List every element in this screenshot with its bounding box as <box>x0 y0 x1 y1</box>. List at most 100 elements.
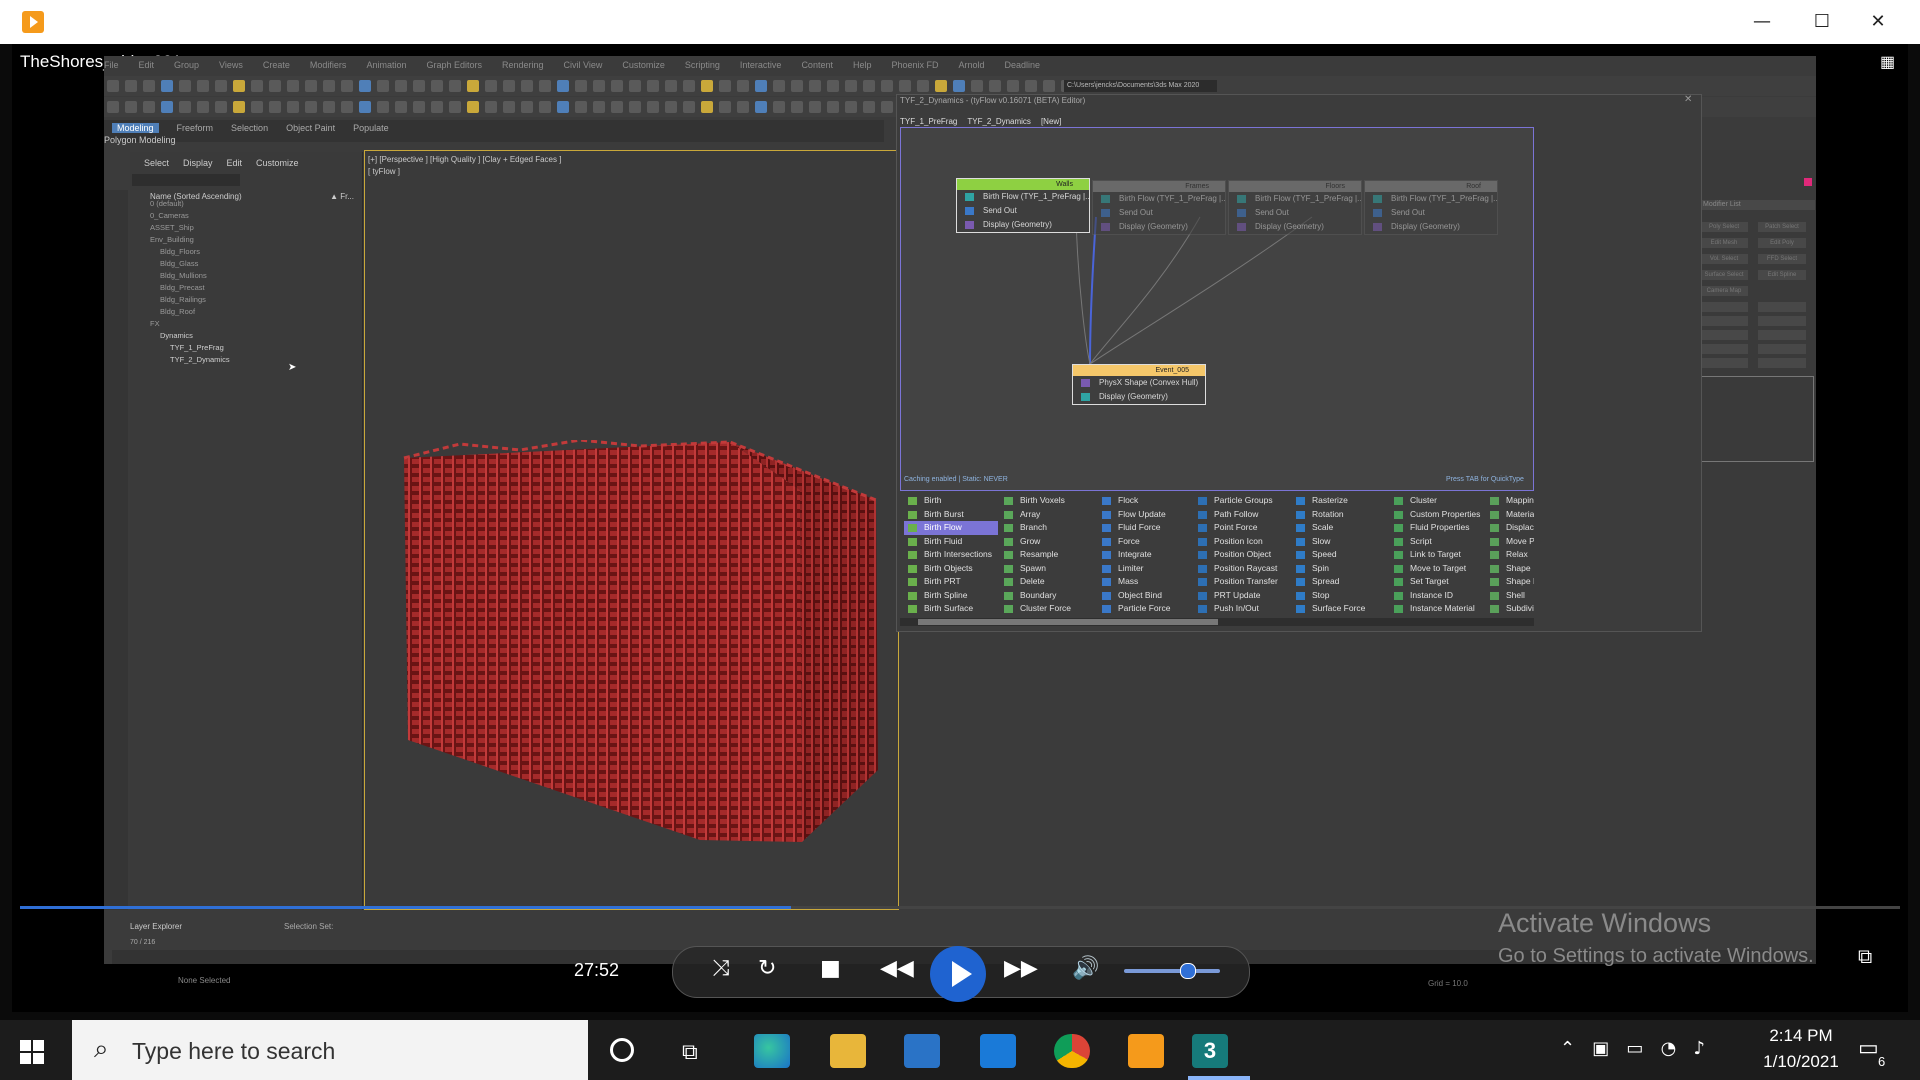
modifier-slot[interactable] <box>1700 302 1748 312</box>
toolbar-tool-icon[interactable] <box>467 80 479 92</box>
tyflow-node-header[interactable]: Frames <box>1093 181 1225 192</box>
mail-icon[interactable] <box>980 1034 1016 1068</box>
tyflow-depot-item[interactable]: Subdivid <box>1486 602 1534 616</box>
modifier-slot[interactable] <box>1700 344 1748 354</box>
toolbar-tool-icon[interactable] <box>359 101 371 113</box>
toolbar-tool-icon[interactable] <box>863 101 875 113</box>
tyflow-node[interactable]: Frames Birth Flow (TYF_1_PreFrag |... Send… <box>1092 180 1226 235</box>
tyflow-node-header[interactable]: Walls <box>957 179 1089 190</box>
modifier-slot[interactable] <box>1758 316 1806 326</box>
ribbon-tab[interactable]: Selection <box>231 123 268 133</box>
tyflow-depot-item[interactable]: Surface Force <box>1292 602 1386 616</box>
tyflow-depot-item[interactable]: Cluster Force <box>1000 602 1094 616</box>
tyflow-depot-item[interactable]: Position Raycast <box>1194 562 1288 576</box>
toolbar-tool-icon[interactable] <box>917 80 929 92</box>
toolbar-tool-icon[interactable] <box>323 80 335 92</box>
menu-item[interactable]: Edit <box>139 60 155 70</box>
toolbar-tool-icon[interactable] <box>485 80 497 92</box>
toolbar-tool-icon[interactable] <box>935 80 947 92</box>
toolbar-tool-icon[interactable] <box>575 80 587 92</box>
toolbar-tool-icon[interactable] <box>863 80 875 92</box>
tyflow-depot-item[interactable]: Branch <box>1000 521 1094 535</box>
tyflow-depot-item[interactable]: PRT Update <box>1194 589 1288 603</box>
tyflow-depot-item[interactable]: Birth Voxels <box>1000 494 1094 508</box>
tyflow-operator[interactable]: Display (Geometry) <box>1229 220 1361 234</box>
tree-row[interactable]: 0 (default) <box>150 198 184 210</box>
tyflow-depot-item[interactable]: Speed <box>1292 548 1386 562</box>
tyflow-depot-item[interactable]: Spread <box>1292 575 1386 589</box>
ribbon-tab[interactable]: Modeling <box>112 123 159 133</box>
selection-set-label[interactable]: Selection Set: <box>284 922 333 931</box>
toolbar-tool-icon[interactable] <box>1025 80 1037 92</box>
toolbar-tool-icon[interactable] <box>431 101 443 113</box>
tyflow-depot-item[interactable]: Rasterize <box>1292 494 1386 508</box>
tyflow-depot-item[interactable]: Birth PRT <box>904 575 998 589</box>
tree-row[interactable]: TYF_1_PreFrag <box>170 342 224 354</box>
toolbar-tool-icon[interactable] <box>287 80 299 92</box>
tyflow-depot-item[interactable]: Limiter <box>1098 562 1192 576</box>
tree-row[interactable]: TYF_2_Dynamics <box>170 354 230 366</box>
toolbar-tool-icon[interactable] <box>161 80 173 92</box>
toolbar-tool-icon[interactable] <box>845 80 857 92</box>
toolbar-tool-icon[interactable] <box>593 80 605 92</box>
tree-row[interactable]: Bldg_Mullions <box>160 270 207 282</box>
toolbar-tool-icon[interactable] <box>1043 80 1055 92</box>
tyflow-operator[interactable]: Display (Geometry) <box>1073 390 1205 404</box>
menu-item[interactable]: Group <box>174 60 199 70</box>
scene-explorer-tab[interactable]: Display <box>183 158 213 168</box>
close-button[interactable]: ✕ <box>1856 8 1900 36</box>
menu-item[interactable]: Graph Editors <box>426 60 482 70</box>
tyflow-depot-item[interactable]: Script <box>1390 535 1484 549</box>
cortana-icon[interactable] <box>610 1038 634 1062</box>
scene-explorer-tab[interactable]: Select <box>144 158 169 168</box>
menu-item[interactable]: Scripting <box>685 60 720 70</box>
tree-row[interactable]: ASSET_Ship <box>150 222 194 234</box>
toolbar-tool-icon[interactable] <box>575 101 587 113</box>
file-explorer-icon[interactable] <box>830 1034 866 1068</box>
toolbar-tool-icon[interactable] <box>755 80 767 92</box>
toolbar-tool-icon[interactable] <box>215 80 227 92</box>
toolbar-tool-icon[interactable] <box>827 101 839 113</box>
tyflow-close-icon[interactable]: ✕ <box>1684 94 1692 105</box>
toolbar-tool-icon[interactable] <box>791 101 803 113</box>
toolbar-tool-icon[interactable] <box>1007 80 1019 92</box>
tyflow-operator[interactable]: Display (Geometry) <box>957 218 1089 232</box>
toolbar-tool-icon[interactable] <box>269 80 281 92</box>
tyflow-depot-item[interactable]: Birth Spline <box>904 589 998 603</box>
tyflow-operator[interactable]: Send Out <box>1093 206 1225 220</box>
tyflow-depot-item[interactable]: Displace <box>1486 521 1534 535</box>
menu-item[interactable]: Arnold <box>959 60 985 70</box>
menu-item[interactable]: Rendering <box>502 60 544 70</box>
tyflow-depot-item[interactable]: Scale <box>1292 521 1386 535</box>
tyflow-depot-item[interactable]: Position Transfer <box>1194 575 1288 589</box>
modifier-button[interactable]: Poly Select <box>1700 222 1748 232</box>
tyflow-node-header[interactable]: Roof <box>1365 181 1497 192</box>
toolbar-tool-icon[interactable] <box>107 80 119 92</box>
toolbar-tool-icon[interactable] <box>179 101 191 113</box>
toolbar-tool-icon[interactable] <box>827 80 839 92</box>
menu-item[interactable]: Customize <box>622 60 665 70</box>
tyflow-depot-item[interactable]: Spin <box>1292 562 1386 576</box>
tyflow-node[interactable]: Event_005 PhysX Shape (Convex Hull) Displa… <box>1072 364 1206 405</box>
modifier-slot[interactable] <box>1758 344 1806 354</box>
viewport-label[interactable]: [+] [Perspective ] [High Quality ] [Clay… <box>368 155 561 164</box>
toolbar-tool-icon[interactable] <box>593 101 605 113</box>
tyflow-depot-scroll-thumb[interactable] <box>918 619 1218 625</box>
menu-item[interactable]: Civil View <box>564 60 603 70</box>
tyflow-depot-item[interactable]: Custom Properties <box>1390 508 1484 522</box>
toolbar-tool-icon[interactable] <box>431 80 443 92</box>
tyflow-depot-item[interactable]: Spawn <box>1000 562 1094 576</box>
toolbar-tool-icon[interactable] <box>611 101 623 113</box>
tyflow-depot-item[interactable]: Position Object <box>1194 548 1288 562</box>
toolbar-tool-icon[interactable] <box>395 80 407 92</box>
shuffle-icon[interactable]: ⤨ <box>712 956 730 981</box>
toolbar-tool-icon[interactable] <box>539 80 551 92</box>
repeat-icon[interactable]: ↻ <box>758 956 776 981</box>
tyflow-depot-item[interactable]: Move Pi <box>1486 535 1534 549</box>
next-icon[interactable]: ▶▶ <box>1004 956 1038 981</box>
toolbar-tool-icon[interactable] <box>143 101 155 113</box>
toolbar-tool-icon[interactable] <box>305 80 317 92</box>
tyflow-depot-item[interactable]: Flock <box>1098 494 1192 508</box>
tyflow-depot-item[interactable]: Birth Intersections <box>904 548 998 562</box>
toolbar-tool-icon[interactable] <box>737 80 749 92</box>
